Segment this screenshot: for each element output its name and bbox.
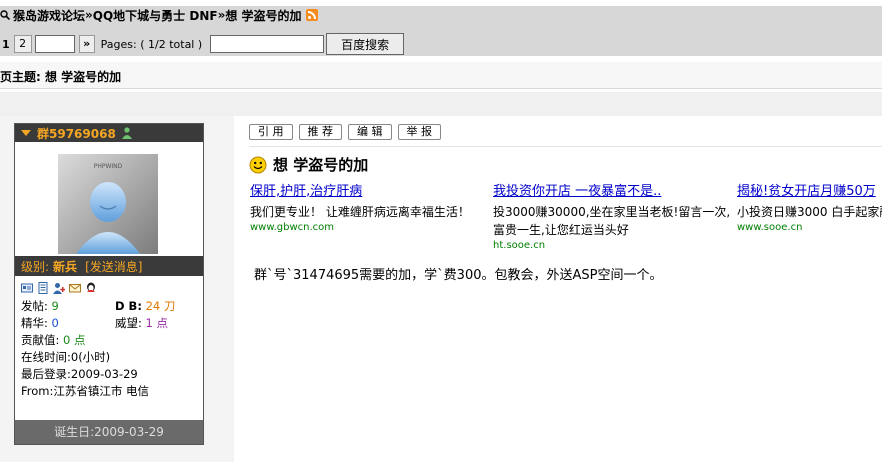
rss-icon[interactable] [305,9,318,21]
ad-block: 揭秘!贫女开店月赚50万 小投资日赚3000 白手起家融 www.sooe.cn [737,180,882,233]
online-time: 在线时间:0(小时) [21,350,111,364]
topic-title: 本页主题: 想 学盗号的加 [0,70,122,84]
post-content: 群`号`31474695需要的加，学`费300。包教会，外送ASP空间一个。 [254,268,663,283]
topic-bar: 本页主题: 想 学盗号的加 [0,62,882,89]
elite-value: 0 [51,316,59,330]
divider [249,146,882,147]
prestige-label: 威望: [115,316,142,330]
ad-link[interactable]: 我投资你开店 一夜暴富不是.. [493,180,730,199]
db-label: D B: [115,299,142,313]
pages-info: Pages: ( 1/2 total ) [100,37,203,51]
online-user-icon [121,127,132,139]
ad-description: 投3000赚30000,坐在家里当老板!留言一次, [493,205,731,219]
ad-url[interactable]: www.gbwcn.com [250,222,470,233]
db-value: 24 刀 [145,299,176,313]
breadcrumb-separator: » [85,8,93,22]
current-page: 1 [2,37,10,51]
edit-button[interactable]: 编 辑 [348,124,392,140]
prestige-value: 1 点 [145,316,169,330]
level-bar: 级别: 新兵 [发送消息] [15,256,203,276]
elite-label: 精华: [21,316,48,330]
user-header: 群59769068 [15,124,203,142]
recommend-button[interactable]: 推 荐 [298,124,342,140]
avatar: PHPWIND [58,154,158,254]
contribution-value: 0 点 [63,333,86,347]
baidu-search-button[interactable]: 百度搜索 [326,33,405,55]
pagination: 1 2 » Pages: ( 1/2 total ) 百度搜索 [2,33,405,55]
ad-url[interactable]: www.sooe.cn [737,222,882,233]
ad-description: 富贵一生,让您红运当头好 [493,223,629,237]
add-friend-icon[interactable] [53,282,65,294]
ad-description: 我们更专业！ 让难缠肝病远离幸福生活！ [250,205,470,219]
post-actions: 引 用 推 荐 编 辑 举 报 [249,124,441,140]
birthday-bar: 诞生日:2009-03-29 [15,420,203,444]
profile-card-icon[interactable] [21,282,33,294]
posts-label: 发帖: [21,299,48,313]
last-login: 最后登录:2009-03-29 [21,367,138,381]
level-value: 新兵 [53,259,78,274]
smiley-icon [249,156,267,173]
breadcrumb-board-link[interactable]: QQ地下城与勇士 DNF [93,7,218,24]
level-label: 级别: [21,259,50,274]
ad-link[interactable]: 揭秘!贫女开店月赚50万 [737,180,882,199]
avatar-area: PHPWIND [15,142,203,256]
ad-block: 我投资你开店 一夜暴富不是.. 投3000赚30000,坐在家里当老板!留言一次… [493,180,730,251]
report-button[interactable]: 举 报 [397,124,441,140]
ad-url[interactable]: ht.sooe.cn [493,240,730,251]
user-stats: 发帖: 9 D B: 24 刀 精华: 0 威望: 1 点 贡献值: 0 点 在… [15,296,203,402]
breadcrumb-forum-link[interactable]: 猴岛游戏论坛 [13,7,85,24]
posts-value: 9 [51,299,59,313]
user-location: From:江苏省镇江市 电信 [21,384,150,398]
post-title-text: 想 学盗号的加 [273,156,369,174]
breadcrumb: 猴岛游戏论坛 » QQ地下城与勇士 DNF » 想 学盗号的加 [0,7,318,23]
search-input[interactable] [210,35,325,53]
ad-description: 小投资日赚3000 白手起家融 [737,205,882,219]
post-title: 想 学盗号的加 [249,154,368,175]
document-icon[interactable] [37,282,49,294]
collapse-arrow-icon[interactable] [21,130,31,136]
username[interactable]: 群59769068 [37,125,116,142]
user-action-icons [15,276,203,296]
qq-icon[interactable] [85,282,97,294]
quote-button[interactable]: 引 用 [249,124,293,140]
search-icon [0,10,10,20]
breadcrumb-thread: 想 学盗号的加 [225,8,302,23]
email-icon[interactable] [69,282,81,294]
user-panel: 群59769068 PHPWIND 级别: 新兵 [发送消息] 发帖: 9 D … [14,123,204,445]
page-2-link[interactable]: 2 [13,35,32,53]
ad-link[interactable]: 保肝,护肝,治疗肝病 [250,180,470,199]
page-jump-input[interactable] [34,35,75,53]
ad-block: 保肝,护肝,治疗肝病 我们更专业！ 让难缠肝病远离幸福生活！ www.gbwcn… [250,180,470,233]
next-page-button[interactable]: » [78,35,95,53]
contribution-label: 贡献值: [21,333,60,347]
svg-text:PHPWIND: PHPWIND [94,163,123,170]
send-message-link[interactable]: [发送消息] [85,258,142,275]
separator-bar [0,92,882,116]
